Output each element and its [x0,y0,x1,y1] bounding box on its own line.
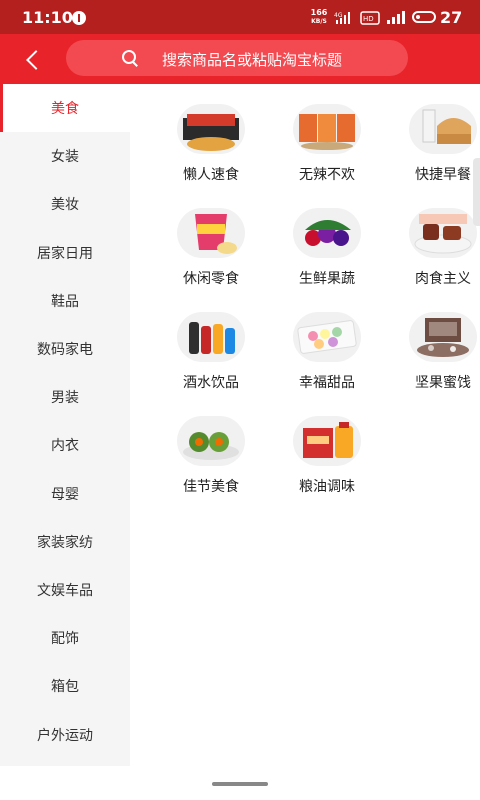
bread-milk-icon [409,104,477,154]
sidebar-item[interactable]: 美食 [0,84,130,133]
info-icon [72,11,86,25]
search-placeholder: 搜索商品名或粘贴淘宝标题 [162,51,343,69]
scroll-handle[interactable] [473,158,480,226]
category-item[interactable]: 粮油调味 [268,396,378,495]
bottom-area [0,766,480,800]
search-icon [122,50,138,66]
header: 搜索商品名或粘贴淘宝标题 [0,34,480,84]
category-item[interactable]: 佳节美食 [152,396,262,495]
status-time: 11:10 [22,8,73,27]
meat-platter-icon [409,208,477,258]
category-label: 佳节美食 [183,479,239,495]
sidebar-item[interactable]: 内衣 [0,421,130,469]
battery-level: 27 [440,8,463,27]
category-label: 休闲零食 [183,271,239,287]
hd-label: HD [363,15,374,23]
sidebar-item-label: 男装 [51,390,79,407]
network-type-label: 4G [334,12,343,19]
category-item[interactable]: 酒水饮品 [152,292,262,391]
network-speed-unit: KB/S [311,18,327,25]
sidebar-item[interactable]: 箱包 [0,662,130,710]
category-label: 快捷早餐 [415,167,471,183]
sidebar-item[interactable]: 男装 [0,373,130,421]
category-label: 肉食主义 [415,271,471,287]
category-label: 懒人速食 [183,167,239,183]
category-item[interactable]: 坚果蜜饯 [384,292,480,391]
category-item[interactable]: 无辣不欢 [268,84,378,183]
category-label: 无辣不欢 [299,167,355,183]
drink-bottles-icon [177,312,245,362]
subcategory-grid: 懒人速食 无辣不欢 快捷早餐休闲零食 生鲜果蔬 肉食主义酒水饮品 幸福甜品 坚果蜜饯佳节美食… [130,84,480,766]
network-speed-value: 166 [310,8,328,17]
sidebar-item-label: 美妆 [51,197,79,214]
category-sidebar: 美食女装美妆居家日用鞋品数码家电男装内衣母婴家装家纺文娱车品配饰箱包户外运动 [0,84,130,766]
sidebar-item[interactable]: 家装家纺 [0,518,130,566]
spicy-snacks-icon [293,104,361,154]
sidebar-item[interactable]: 女装 [0,132,130,180]
chips-bag-icon [177,208,245,258]
sidebar-item[interactable]: 户外运动 [0,710,130,758]
fresh-fruit-icon [293,208,361,258]
category-label: 幸福甜品 [299,375,355,391]
sidebar-item-label: 家装家纺 [37,534,93,551]
sidebar-item-label: 鞋品 [51,293,79,310]
sidebar-item-label: 内衣 [51,438,79,455]
category-label: 酒水饮品 [183,375,239,391]
category-item[interactable]: 懒人速食 [152,84,262,183]
sidebar-item-label: 女装 [51,149,79,166]
search-bar[interactable]: 搜索商品名或粘贴淘宝标题 [66,40,408,76]
nuts-gift-box-icon [409,312,477,362]
category-label: 粮油调味 [299,479,355,495]
signal-bars-icon [387,11,405,24]
category-item[interactable]: 休闲零食 [152,188,262,287]
sidebar-item[interactable]: 文娱车品 [0,566,130,614]
sidebar-item[interactable]: 配饰 [0,614,130,662]
macaron-box-icon [293,312,361,362]
signal-4g-icon: 4G [334,12,350,24]
sidebar-item[interactable]: 数码家电 [0,325,130,373]
instant-noodles-icon [177,104,245,154]
category-item[interactable]: 幸福甜品 [268,292,378,391]
category-item[interactable]: 快捷早餐 [384,84,480,183]
sidebar-item-label: 户外运动 [37,727,93,744]
sidebar-item-label: 文娱车品 [37,582,93,599]
sidebar-item[interactable]: 美妆 [0,180,130,228]
sidebar-item-label: 箱包 [51,679,79,696]
home-indicator[interactable] [212,782,268,786]
back-button[interactable] [16,42,52,76]
status-bar: 11:10 166 KB/S 4G HD 27 [0,0,480,34]
sidebar-item-label: 配饰 [51,631,79,648]
rice-oil-icon [293,416,361,466]
category-label: 坚果蜜饯 [415,375,471,391]
category-label: 生鲜果蔬 [299,271,355,287]
sidebar-item-label: 母婴 [51,486,79,503]
sidebar-item-label: 美食 [51,101,79,118]
sidebar-item[interactable]: 母婴 [0,470,130,518]
hd-icon: HD [360,11,380,25]
sidebar-item[interactable]: 居家日用 [0,229,130,277]
sidebar-item-label: 数码家电 [37,342,93,359]
sidebar-item-label: 居家日用 [37,245,93,262]
category-item[interactable]: 肉食主义 [384,188,480,287]
network-speed: 166 KB/S [306,8,332,26]
rice-cake-icon [177,416,245,466]
battery-icon [412,11,436,23]
sidebar-item[interactable]: 鞋品 [0,277,130,325]
category-item[interactable]: 生鲜果蔬 [268,188,378,287]
